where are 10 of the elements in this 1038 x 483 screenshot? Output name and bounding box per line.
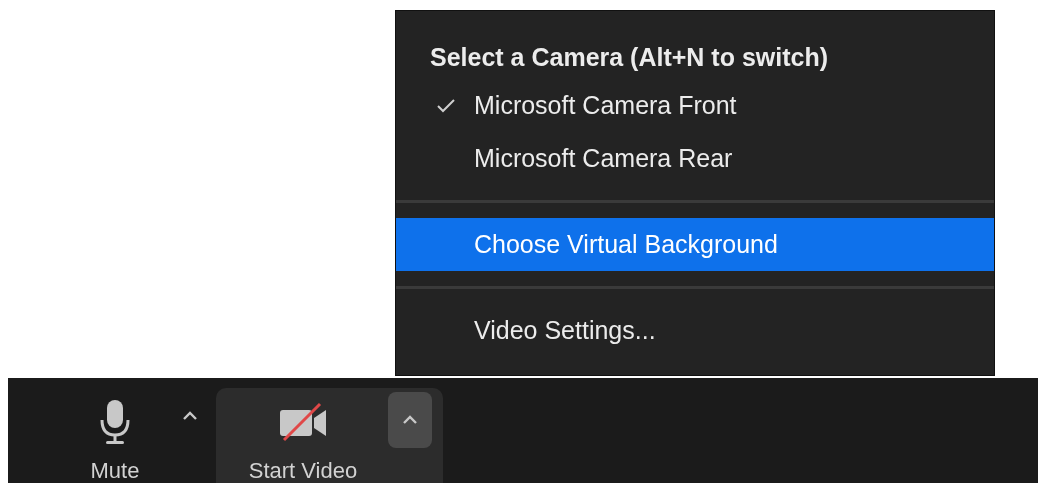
caret-icon xyxy=(402,415,418,425)
menu-item[interactable]: Video Settings... xyxy=(396,304,994,357)
options-menu-button[interactable] xyxy=(388,392,432,448)
menu-heading: Select a Camera (Alt+N to switch) xyxy=(429,42,830,73)
start-video-button[interactable]: Start Video xyxy=(218,388,388,483)
mute-button[interactable]: Mute xyxy=(60,388,170,483)
caret-icon xyxy=(182,411,198,421)
menu-item[interactable]: Microsoft Camera Rear xyxy=(396,132,994,185)
menu-item[interactable]: Choose Virtual Background xyxy=(396,218,994,271)
menu-item[interactable]: Microsoft Camera Front xyxy=(396,79,994,132)
